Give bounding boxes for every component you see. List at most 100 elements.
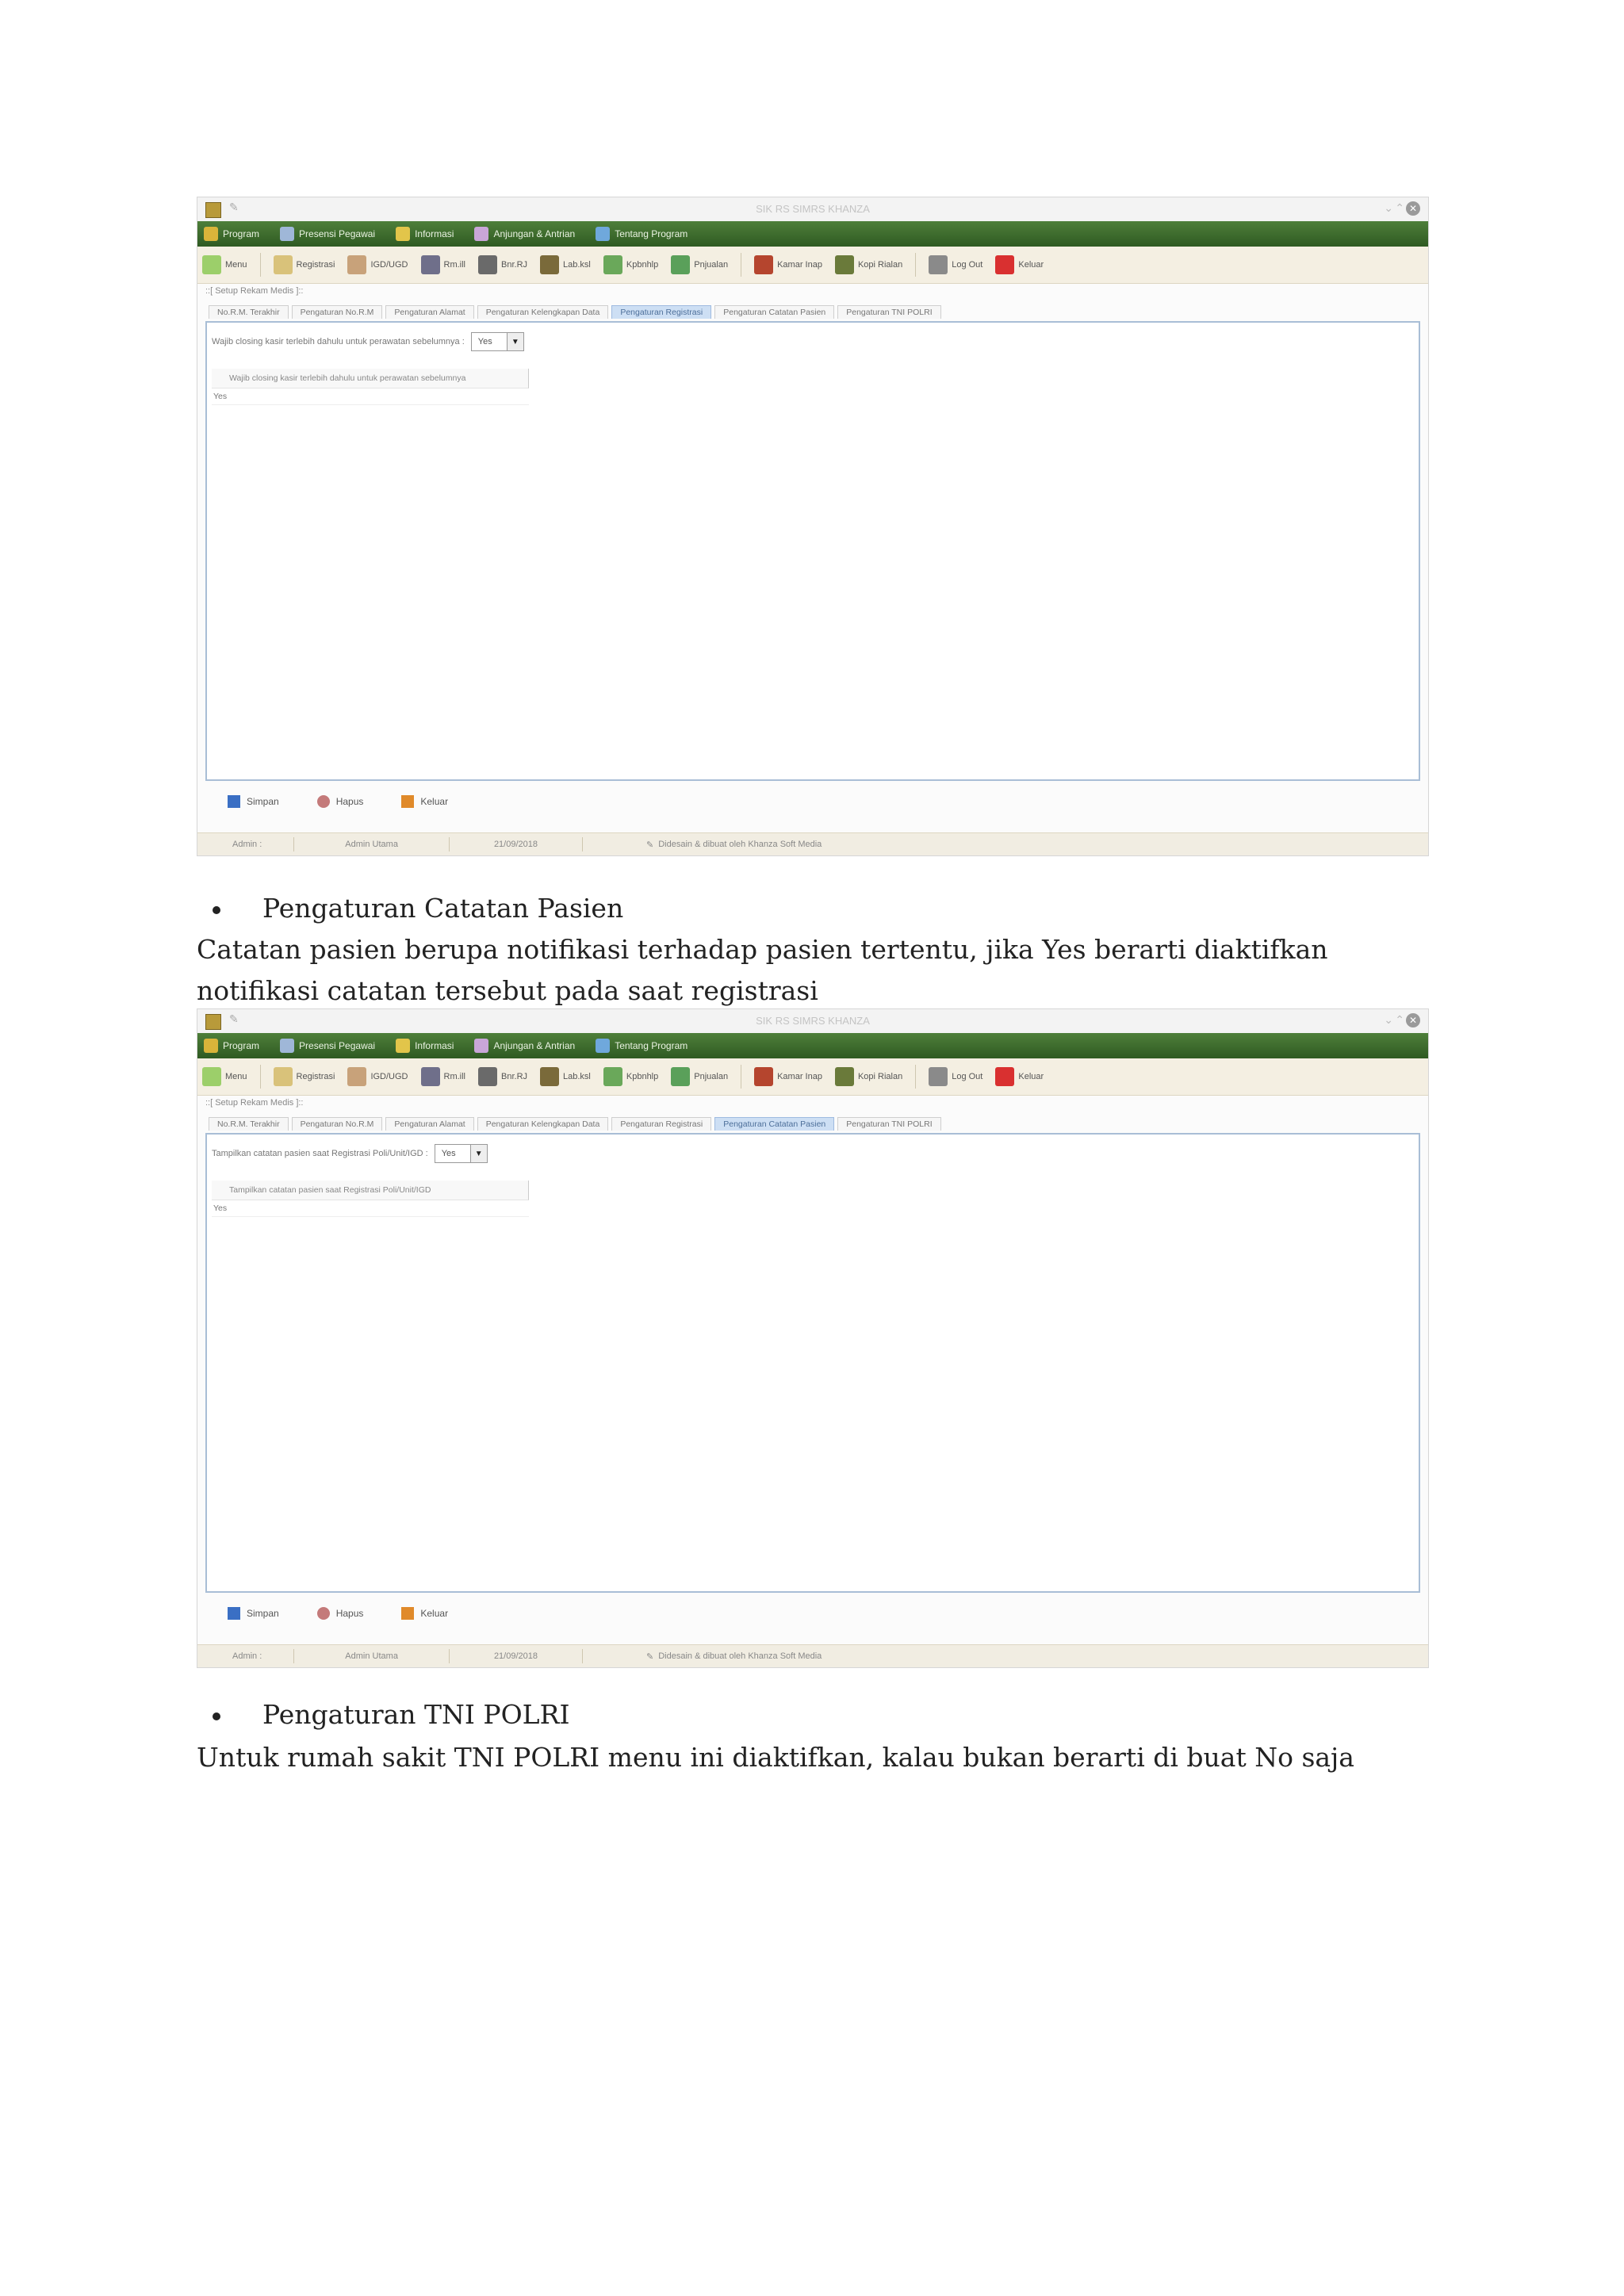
delete-label: Hapus (335, 796, 364, 807)
table-row[interactable]: Yes (212, 1200, 529, 1217)
chevron-down-icon[interactable]: ▼ (506, 333, 523, 350)
toolbar-menu-button[interactable]: Menu (202, 255, 247, 274)
tab-pengaturan-alamat[interactable]: Pengaturan Alamat (385, 305, 474, 319)
tab-tni-polri[interactable]: Pengaturan TNI POLRI (837, 1117, 941, 1131)
settings-table: Wajib closing kasir terlebih dahulu untu… (212, 369, 529, 405)
menu-label: Presensi Pegawai (299, 1040, 376, 1051)
toolbar-lab-button[interactable]: Lab.ksl (540, 255, 591, 274)
tab-pengaturan-norm[interactable]: Pengaturan No.R.M (291, 1117, 383, 1131)
toolbar-label: Lab.ksl (563, 1072, 591, 1081)
save-button[interactable]: Simpan (228, 795, 279, 808)
copy-icon (834, 255, 854, 274)
copy-icon (834, 1067, 854, 1086)
info-icon (396, 227, 411, 241)
toolbar-keluar-button[interactable]: Keluar (995, 255, 1044, 274)
home-icon (202, 1067, 221, 1086)
exit-button[interactable]: Keluar (401, 1607, 448, 1620)
toolbar-bnrrj-button[interactable]: Bnr.RJ (478, 1067, 527, 1086)
toolbar-kopi-button[interactable]: Kopi Rialan (834, 1067, 902, 1086)
yes-no-select[interactable]: Yes ▼ (434, 1144, 488, 1163)
delete-label: Hapus (335, 1608, 364, 1619)
outpatient-icon (478, 255, 497, 274)
tab-norm-terakhir[interactable]: No.R.M. Terakhir (209, 1117, 289, 1131)
toolbar-registrasi-button[interactable]: Registrasi (273, 1067, 335, 1086)
toolbar-rmill-button[interactable]: Rm.ill (420, 255, 465, 274)
outpatient-icon (478, 1067, 497, 1086)
toolbar-igd-button[interactable]: IGD/UGD (347, 255, 408, 274)
menu-program[interactable]: Program (204, 1039, 259, 1053)
window-title: SIK RS SIMRS KHANZA (756, 1015, 870, 1027)
window-titlebar: ✎ SIK RS SIMRS KHANZA ⌄ ⌃ ✕ (197, 197, 1428, 222)
pencil-icon: ✎ (646, 1651, 654, 1662)
exit-button[interactable]: Keluar (401, 795, 448, 808)
toolbar-penjualan-button[interactable]: Pnjualan (671, 1067, 728, 1086)
toolbar-menu-button[interactable]: Menu (202, 1067, 247, 1086)
tab-strip: No.R.M. Terakhir Pengaturan No.R.M Penga… (209, 305, 941, 319)
exit-label: Keluar (420, 796, 449, 807)
menu-label: Program (223, 228, 260, 239)
table-column-header[interactable]: Tampilkan catatan pasien saat Registrasi… (212, 1181, 529, 1200)
menu-informasi[interactable]: Informasi (396, 227, 454, 241)
toolbar-penjualan-button[interactable]: Pnjualan (671, 255, 728, 274)
table-row[interactable]: Yes (212, 388, 529, 405)
minimize-icon[interactable]: ⌄ (1384, 1013, 1393, 1027)
tab-pengaturan-registrasi[interactable]: Pengaturan Registrasi (611, 305, 712, 319)
menu-anjungan[interactable]: Anjungan & Antrian (474, 1039, 575, 1053)
toolbar-kamar-inap-button[interactable]: Kamar Inap (754, 1067, 822, 1086)
menu-presensi[interactable]: Presensi Pegawai (280, 1039, 375, 1053)
menu-anjungan[interactable]: Anjungan & Antrian (474, 227, 575, 241)
tab-pengaturan-norm[interactable]: Pengaturan No.R.M (291, 305, 383, 319)
status-user-label: Admin : (197, 1649, 295, 1663)
minimize-icon[interactable]: ⌄ (1384, 201, 1393, 215)
status-bar: Admin : Admin Utama 21/09/2018 ✎ Didesain… (197, 832, 1428, 855)
toolbar-label: Pnjualan (694, 1072, 729, 1081)
tab-norm-terakhir[interactable]: No.R.M. Terakhir (209, 305, 289, 319)
menu-label: Informasi (415, 1040, 454, 1051)
tab-pengaturan-registrasi[interactable]: Pengaturan Registrasi (611, 1117, 712, 1131)
menu-presensi[interactable]: Presensi Pegawai (280, 227, 375, 241)
floppy-icon (228, 795, 240, 808)
menu-label: Anjungan & Antrian (493, 228, 576, 239)
toolbar-kopi-button[interactable]: Kopi Rialan (834, 255, 902, 274)
lab-icon (540, 255, 560, 274)
toolbar-keluar-button[interactable]: Keluar (995, 1067, 1044, 1086)
close-icon[interactable]: ✕ (1406, 1013, 1420, 1027)
yes-no-select[interactable]: Yes ▼ (470, 332, 524, 351)
menu-program[interactable]: Program (204, 227, 259, 241)
toolbar-kpbnhlp-button[interactable]: Kpbnhlp (603, 1067, 658, 1086)
menu-bar: Program Presensi Pegawai Informasi Anjun… (197, 221, 1428, 247)
menu-informasi[interactable]: Informasi (396, 1039, 454, 1053)
toolbar-logout-button[interactable]: Log Out (929, 1067, 982, 1086)
tab-kelengkapan-data[interactable]: Pengaturan Kelengkapan Data (477, 1117, 609, 1131)
delete-button[interactable]: Hapus (316, 1607, 364, 1620)
menu-label: Program (223, 1040, 260, 1051)
status-date: 21/09/2018 (450, 837, 583, 851)
table-column-header[interactable]: Wajib closing kasir terlebih dahulu untu… (212, 369, 529, 388)
toolbar-rmill-button[interactable]: Rm.ill (420, 1067, 465, 1086)
tab-pengaturan-alamat[interactable]: Pengaturan Alamat (385, 1117, 474, 1131)
toolbar-logout-button[interactable]: Log Out (929, 255, 982, 274)
toolbar-lab-button[interactable]: Lab.ksl (540, 1067, 591, 1086)
toolbar-kamar-inap-button[interactable]: Kamar Inap (754, 255, 822, 274)
tab-catatan-pasien[interactable]: Pengaturan Catatan Pasien (714, 1117, 835, 1131)
toolbar-registrasi-button[interactable]: Registrasi (273, 255, 335, 274)
menu-tentang[interactable]: Tentang Program (596, 227, 688, 241)
save-button[interactable]: Simpan (228, 1607, 279, 1620)
toolbar-igd-button[interactable]: IGD/UGD (347, 1067, 408, 1086)
status-user-name: Admin Utama (294, 1649, 450, 1663)
delete-button[interactable]: Hapus (316, 795, 364, 808)
chevron-down-icon[interactable]: ▼ (469, 1145, 487, 1162)
tab-catatan-pasien[interactable]: Pengaturan Catatan Pasien (714, 305, 835, 319)
section-paragraph-tni-polri: Untuk rumah sakit TNI POLRI menu ini dia… (197, 1742, 1354, 1773)
pharmacy-icon (603, 1067, 622, 1086)
tab-tni-polri[interactable]: Pengaturan TNI POLRI (837, 305, 941, 319)
toolbar-label: Kpbnhlp (626, 260, 659, 270)
maximize-icon[interactable]: ⌃ (1395, 1013, 1404, 1027)
maximize-icon[interactable]: ⌃ (1395, 201, 1404, 215)
toolbar: Menu Registrasi IGD/UGD Rm.ill Bnr.RJ La… (197, 1058, 1428, 1096)
toolbar-bnrrj-button[interactable]: Bnr.RJ (478, 255, 527, 274)
tab-kelengkapan-data[interactable]: Pengaturan Kelengkapan Data (477, 305, 609, 319)
toolbar-kpbnhlp-button[interactable]: Kpbnhlp (603, 255, 658, 274)
close-icon[interactable]: ✕ (1406, 201, 1420, 216)
menu-tentang[interactable]: Tentang Program (596, 1039, 688, 1053)
